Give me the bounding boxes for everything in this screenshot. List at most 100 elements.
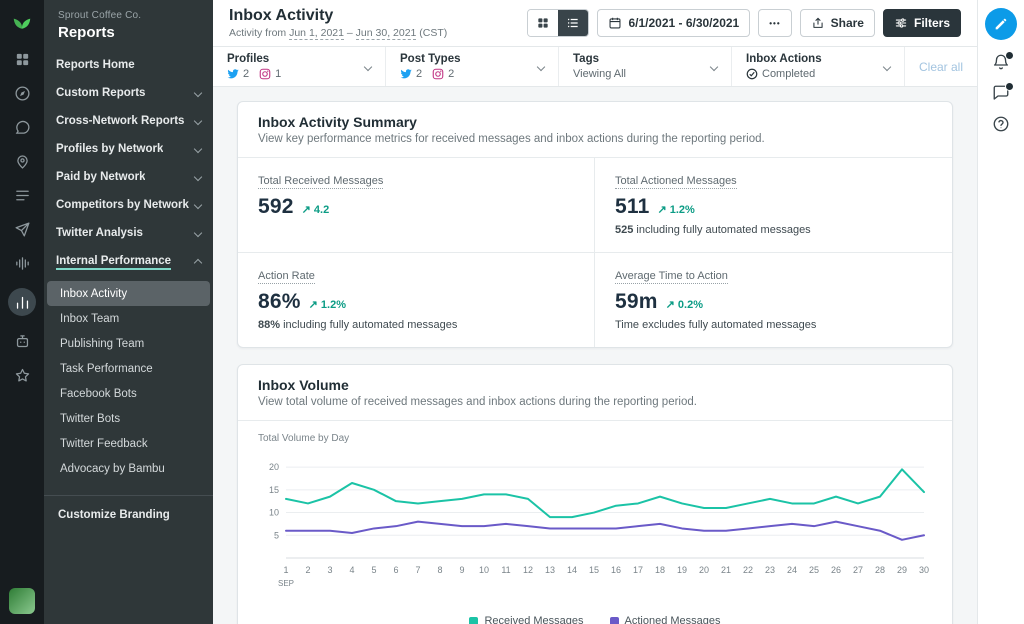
sidebar-nav: Reports Home Custom Reports Cross-Network … (44, 51, 213, 278)
sidebar-item-internal-performance[interactable]: Internal Performance (44, 247, 213, 278)
svg-text:27: 27 (853, 565, 863, 575)
metric-delta: ↗ 1.2% (308, 299, 346, 312)
list-view-button[interactable] (558, 10, 589, 37)
filter-value-text: Viewing All (573, 68, 626, 81)
filters-button[interactable]: Filters (882, 9, 961, 38)
sidebar-item-profiles-by-network[interactable]: Profiles by Network (44, 135, 213, 163)
svg-text:15: 15 (269, 485, 279, 495)
compose-button[interactable] (985, 8, 1017, 40)
svg-text:5: 5 (371, 565, 376, 575)
start-date[interactable]: Jun 1, 2021 (289, 27, 344, 41)
filter-label: Tags (573, 53, 599, 66)
metric-delta: ↗ 0.2% (665, 299, 703, 312)
sidebar-subitem-twitter-bots[interactable]: Twitter Bots (47, 406, 210, 431)
chevron-down-icon (193, 172, 203, 182)
filter-profiles[interactable]: Profiles 2 1 (213, 47, 386, 87)
chevron-down-icon (193, 144, 203, 154)
filter-post-types[interactable]: Post Types 2 2 (386, 47, 559, 87)
svg-text:20: 20 (699, 565, 709, 575)
filter-inbox-actions[interactable]: Inbox Actions Completed (732, 47, 905, 87)
pin-icon[interactable] (8, 147, 36, 175)
chart-label: Total Volume by Day (258, 433, 350, 445)
volume-chart: 51015201 2 3 4 5 6 7 8 9 10 11 12 13 14 15 16 17 18 19 20 21… (269, 462, 929, 588)
twitter-icon (400, 68, 412, 80)
sliders-icon (894, 16, 908, 30)
svg-text:29: 29 (897, 565, 907, 575)
sidebar-subitem-publishing-team[interactable]: Publishing Team (47, 331, 210, 356)
send-icon[interactable] (8, 215, 36, 243)
filter-tags[interactable]: Tags Viewing All (559, 47, 732, 87)
sidebar-item-reports-home[interactable]: Reports Home (44, 51, 213, 79)
metric-label[interactable]: Total Received Messages (258, 175, 384, 190)
metric-note: Time excludes fully automated messages (615, 319, 817, 332)
legend-label: Actioned Messages (624, 615, 721, 624)
sidebar-subitem-facebook-bots[interactable]: Facebook Bots (47, 381, 210, 406)
sidebar-item-label: Competitors by Network (56, 199, 189, 211)
filter-value: Viewing All (573, 68, 626, 80)
sidebar-subitem-inbox-activity[interactable]: Inbox Activity (47, 281, 210, 306)
more-button[interactable]: ••• (758, 9, 792, 38)
metric-delta: ↗ 1.2% (657, 204, 695, 217)
svg-text:30: 30 (919, 565, 929, 575)
sidebar-subitem-advocacy-by-bambu[interactable]: Advocacy by Bambu (47, 456, 210, 481)
notifications-button[interactable] (992, 51, 1014, 71)
report-title-block: Inbox Activity Activity from Jun 1, 2021… (229, 7, 447, 41)
metric-total-actioned-messages: Total Actioned Messages 511 ↗ 1.2% 525 incl… (595, 158, 952, 254)
sidebar-item-twitter-analysis[interactable]: Twitter Analysis (44, 219, 213, 247)
svg-text:1: 1 (283, 565, 288, 575)
chevron-down-icon (193, 200, 203, 210)
filter-value-item: 2 (400, 68, 422, 80)
end-date[interactable]: Jun 30, 2021 (355, 27, 417, 41)
sidebar-item-label: Internal Performance (56, 255, 172, 270)
sidebar-item-label: Profiles by Network (56, 143, 164, 155)
reports-icon[interactable] (8, 288, 36, 316)
filter-value-item: Viewing All (573, 68, 626, 80)
svg-text:16: 16 (611, 565, 621, 575)
user-avatar[interactable] (9, 588, 35, 614)
sprout-logo (11, 9, 33, 31)
volume-title: Inbox Volume (258, 377, 349, 394)
legend-actioned-messages[interactable]: Actioned Messages (609, 615, 721, 624)
messages-button[interactable] (992, 82, 1014, 102)
sidebar-item-cross-network-reports[interactable]: Cross-Network Reports (44, 107, 213, 135)
waves-icon[interactable] (8, 249, 36, 277)
metric-value: 59m (615, 290, 658, 314)
volume-card-header: Inbox Volume View total volume of receiv… (238, 365, 952, 422)
grid-view-button[interactable] (528, 10, 559, 37)
metric-label[interactable]: Action Rate (258, 270, 315, 285)
svg-text:3: 3 (327, 565, 332, 575)
metric-label[interactable]: Total Actioned Messages (615, 175, 737, 190)
sidebar-subitem-twitter-feedback[interactable]: Twitter Feedback (47, 431, 210, 456)
star-icon[interactable] (8, 361, 36, 389)
sidebar-item-custom-reports[interactable]: Custom Reports (44, 79, 213, 107)
clear-all-button[interactable]: Clear all (905, 47, 977, 86)
feed-icon[interactable] (8, 181, 36, 209)
sidebar-subitem-inbox-team[interactable]: Inbox Team (47, 306, 210, 331)
help-button[interactable] (992, 115, 1010, 133)
sidebar-item-paid-by-network[interactable]: Paid by Network (44, 163, 213, 191)
utility-rail (977, 0, 1024, 624)
chevron-down-icon (193, 88, 203, 98)
apps-icon[interactable] (8, 45, 36, 73)
compass-icon[interactable] (8, 79, 36, 107)
metric-value: 592 (258, 195, 294, 219)
sidebar-item-competitors-by-network[interactable]: Competitors by Network (44, 191, 213, 219)
svg-text:4: 4 (349, 565, 354, 575)
bot-icon[interactable] (8, 327, 36, 355)
series-actioned-messages (285, 521, 925, 542)
summary-card: Inbox Activity Summary View key performa… (237, 101, 953, 349)
share-button[interactable]: Share (799, 9, 875, 38)
messages-icon[interactable] (8, 113, 36, 141)
date-range-button[interactable]: 6/1/2021 - 6/30/2021 (597, 9, 751, 38)
customize-branding-button[interactable]: Customize Branding (44, 495, 213, 534)
summary-title: Inbox Activity Summary (258, 114, 417, 131)
sidebar-item-label: Twitter Analysis (56, 227, 143, 239)
metric-value-row: 511 ↗ 1.2% (615, 195, 932, 219)
svg-text:21: 21 (721, 565, 731, 575)
legend-received-messages[interactable]: Received Messages (469, 615, 584, 624)
metric-label[interactable]: Average Time to Action (615, 270, 728, 285)
svg-text:11: 11 (501, 565, 510, 575)
chevron-down-icon (882, 62, 892, 72)
svg-text:17: 17 (633, 565, 643, 575)
sidebar-subitem-task-performance[interactable]: Task Performance (47, 356, 210, 381)
